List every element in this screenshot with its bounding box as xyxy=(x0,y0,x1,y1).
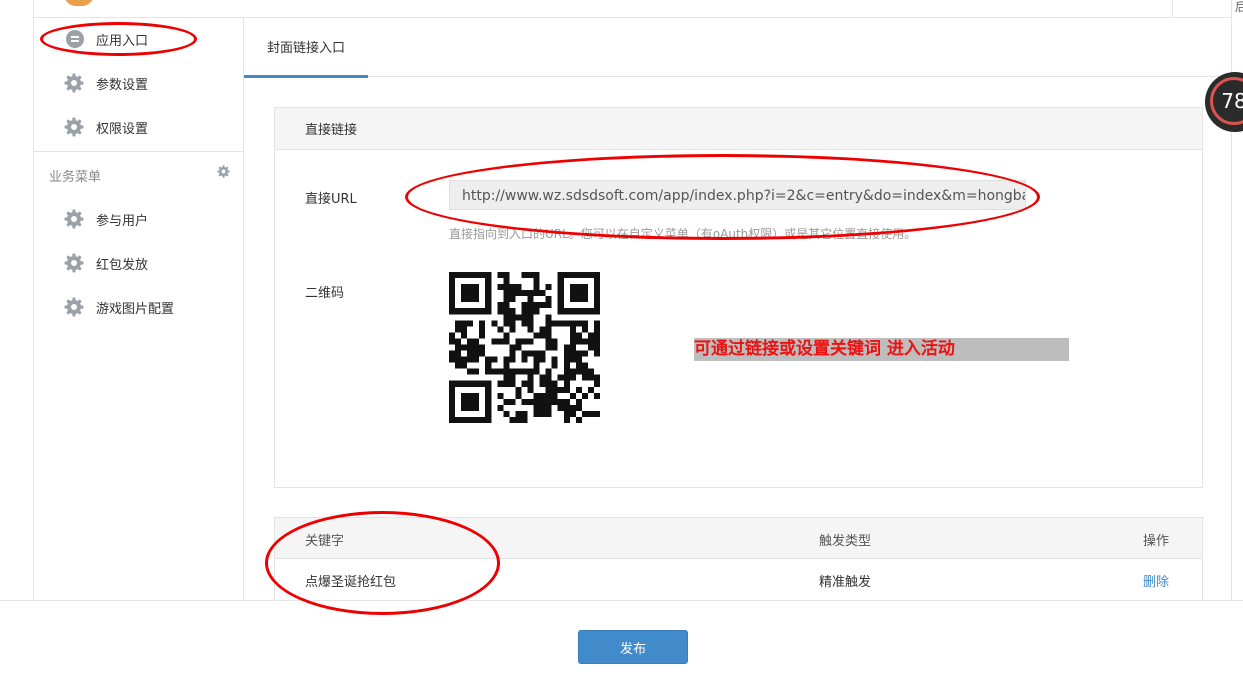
top-header xyxy=(34,0,1231,18)
keyword-cell: 点爆圣诞抢红包 xyxy=(305,575,397,590)
qr-label: 二维码 xyxy=(305,286,345,301)
column-header-keyword: 关键字 xyxy=(305,534,345,549)
sidebar-item-participants[interactable]: 参与用户 xyxy=(64,207,148,231)
sidebar-item-params[interactable]: 参数设置 xyxy=(64,71,148,95)
gear-icon xyxy=(64,117,84,137)
keyword-table: 关键字 触发类型 操作 点爆圣诞抢红包 精准触发 删除 xyxy=(274,517,1203,601)
sidebar-section-title: 业务菜单 xyxy=(49,170,102,185)
sidebar-item-label: 游戏图片配置 xyxy=(96,301,175,317)
annotation-note: 可通过链接或设置关键词 进入活动 xyxy=(694,338,1069,361)
panel-title: 直接链接 xyxy=(275,108,1202,150)
gear-icon xyxy=(64,253,84,273)
sidebar-item-label: 权限设置 xyxy=(96,121,149,137)
gear-icon xyxy=(64,73,84,93)
url-help-text: 直接指向到入口的URL。您可以在自定义菜单（有oAuth权限）或是其它位置直接使… xyxy=(449,227,917,241)
tab-cover-link-entry[interactable]: 封面链接入口 xyxy=(244,18,368,78)
direct-link-panel: 直接链接 直接URL http://www.wz.sdsdsoft.com/ap… xyxy=(274,107,1203,488)
tab-bar: 封面链接入口 xyxy=(244,18,1231,78)
sidebar-item-label: 参与用户 xyxy=(96,213,149,229)
header-divider xyxy=(1172,0,1173,17)
sidebar-item-label: 红包发放 xyxy=(96,257,149,273)
sidebar-item-redpacket[interactable]: 红包发放 xyxy=(64,251,148,275)
table-header: 关键字 触发类型 操作 xyxy=(275,518,1202,559)
url-label: 直接URL xyxy=(305,192,357,207)
sidebar-item-label: 参数设置 xyxy=(96,77,149,93)
gear-icon xyxy=(64,209,84,229)
column-header-trigger-type: 触发类型 xyxy=(819,534,872,549)
column-header-action: 操作 xyxy=(1143,534,1170,549)
direct-url-field[interactable]: http://www.wz.sdsdsoft.com/app/index.php… xyxy=(449,180,1026,210)
edge-clipped-text: 后 xyxy=(1235,0,1243,14)
sidebar-item-app-entry[interactable]: 应用入口 xyxy=(64,27,148,51)
sidebar-divider xyxy=(34,151,243,152)
sidebar-item-permissions[interactable]: 权限设置 xyxy=(64,115,148,139)
sidebar: 应用入口 参数设置 权限设置 业务菜单 参与用户 红包发放 游戏图片配置 xyxy=(34,18,244,600)
list-icon xyxy=(66,30,84,48)
table-row: 点爆圣诞抢红包 精准触发 删除 xyxy=(275,559,1202,600)
delete-link[interactable]: 删除 xyxy=(1143,571,1169,590)
section-settings-gear-icon[interactable] xyxy=(217,165,230,178)
gear-icon xyxy=(64,297,84,317)
qr-code-image xyxy=(449,272,600,423)
sidebar-item-game-images[interactable]: 游戏图片配置 xyxy=(64,295,174,319)
sidebar-item-label: 应用入口 xyxy=(96,33,149,49)
publish-button[interactable]: 发布 xyxy=(578,630,688,664)
trigger-type-cell: 精准触发 xyxy=(819,575,872,590)
